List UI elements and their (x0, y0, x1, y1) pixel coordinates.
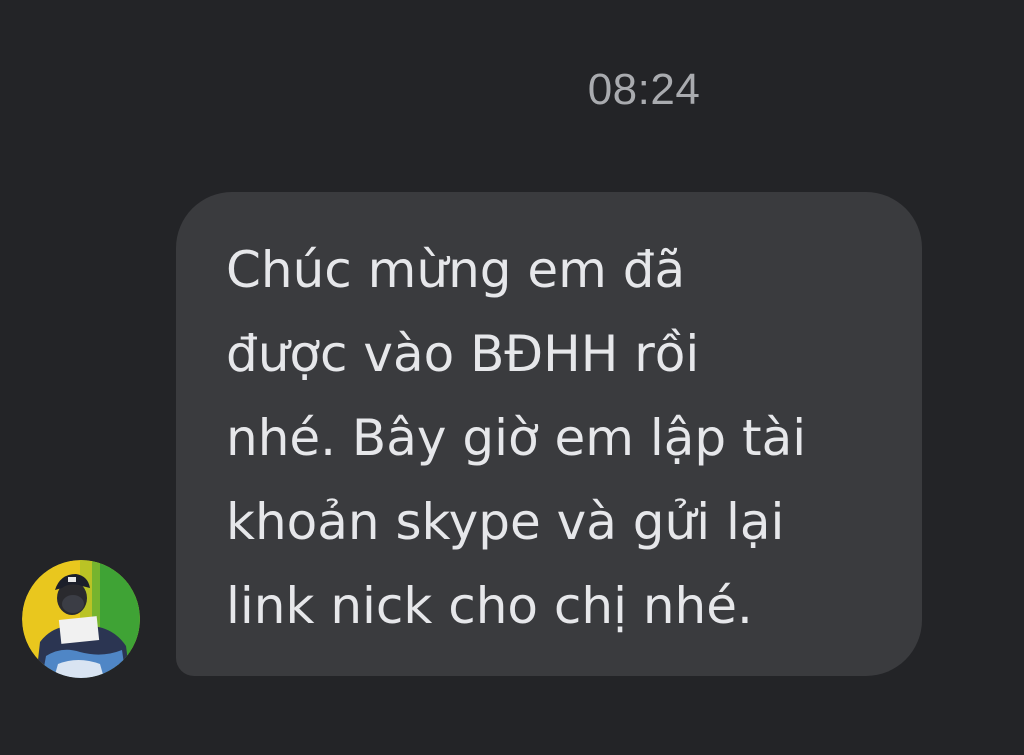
chat-thread: 08:24 Chúc mừng em đã được vào BĐHH rồi … (0, 0, 1024, 755)
message-bubble[interactable]: Chúc mừng em đã được vào BĐHH rồi nhé. B… (176, 192, 922, 676)
message-timestamp: 08:24 (587, 65, 701, 114)
sender-avatar[interactable] (22, 560, 140, 678)
user-avatar-photo-icon (22, 560, 140, 678)
message-text: Chúc mừng em đã được vào BĐHH rồi nhé. B… (226, 241, 807, 635)
